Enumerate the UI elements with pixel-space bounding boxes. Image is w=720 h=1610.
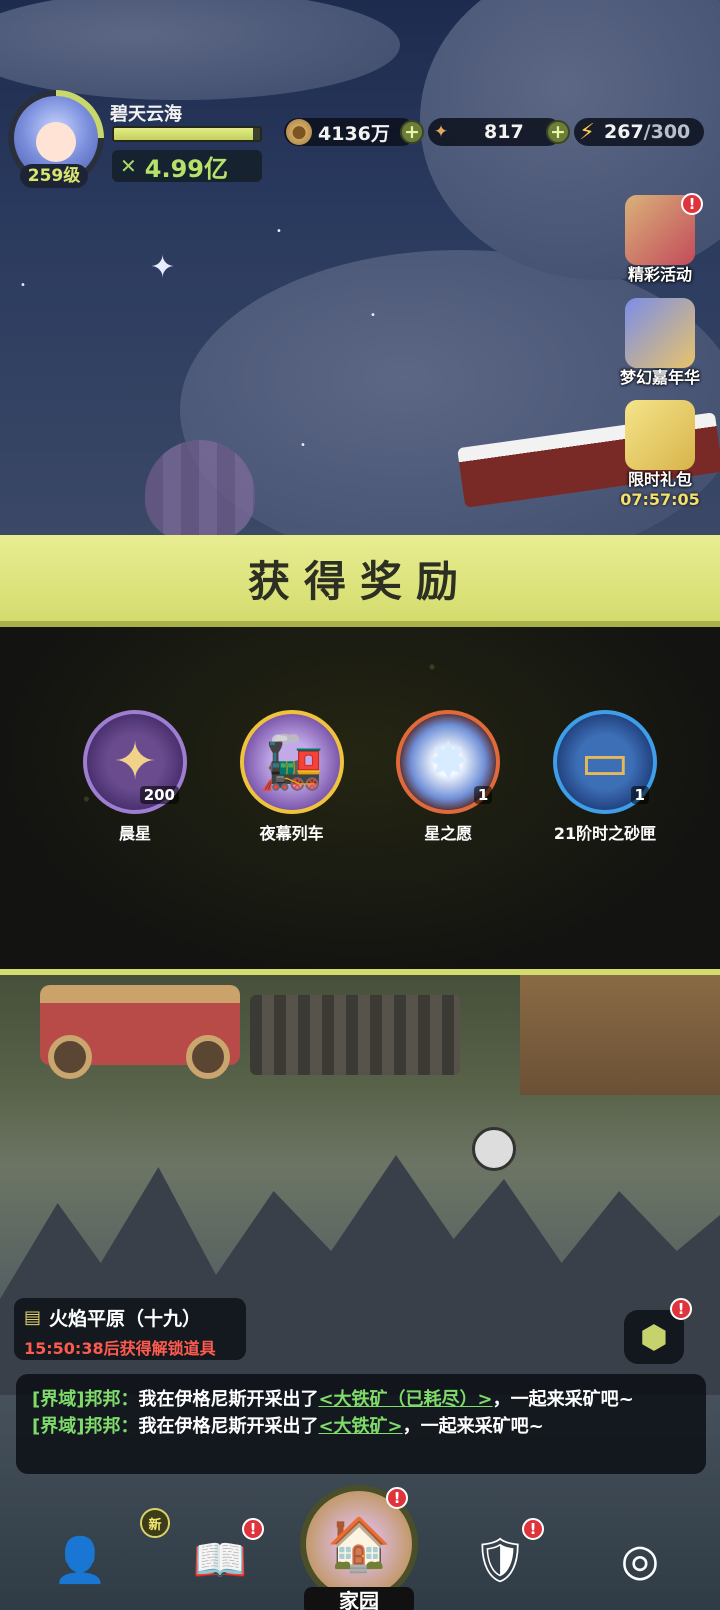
nav-guild-button[interactable]: 🛡 ! [460, 1518, 544, 1600]
stage-quest-panel[interactable]: ▤ 火焰平原（十九） 15:50:38后获得解锁道具 [14, 1298, 246, 1360]
bottom-nav: 👤 新 📖 ! 🏠 ! 家园 🛡 ! ◎ [0, 1485, 720, 1610]
player-name: 碧天云海 [110, 104, 182, 125]
chat-text: 我在伊格尼斯开采出了 [138, 1389, 319, 1410]
portal-icon: ◎ [620, 1534, 660, 1586]
event-carnival-button[interactable]: 梦幻嘉年华 [606, 298, 714, 388]
star-icon: • [20, 280, 26, 291]
energy-value: 267/300 [604, 121, 690, 143]
gold-value: 4136万 [318, 122, 390, 145]
event-timer: 07:57:05 [620, 490, 700, 509]
reward-count: 1 [630, 786, 649, 804]
combat-power-value: 4.99亿 [144, 154, 228, 183]
reward-name: 21阶时之砂匣 [553, 824, 657, 843]
chat-line: [界域]邦邦：我在伊格尼斯开采出了<大铁矿（已耗尽）>，一起来采矿吧~ [32, 1386, 690, 1413]
reward-title: 获得奖励 [247, 556, 472, 606]
energy-current: 267 [604, 121, 644, 143]
add-gold-button[interactable]: + [400, 120, 424, 144]
energy-max: /300 [643, 121, 691, 143]
reward-list: ✦ 200 晨星 🚂 夜幕列车 ✸ 1 星之愿 ▭ 1 21阶时之砂匣 [70, 710, 670, 844]
star-icon: • [370, 310, 376, 321]
gold-coin-icon: ● [286, 119, 312, 145]
star-resource: ✦ 817 + [428, 118, 570, 146]
clipboard-icon: ▤ [24, 1307, 42, 1328]
chat-line: [界域]邦邦：我在伊格尼斯开采出了<大铁矿>，一起来采矿吧~ [32, 1413, 690, 1440]
character-portrait-icon: 👤 [52, 1535, 108, 1586]
cart-wheel [186, 1035, 230, 1079]
cloud [0, 0, 400, 100]
morning-star-icon: ✦ 200 [83, 710, 187, 814]
nav-portal-button[interactable]: ◎ [600, 1520, 680, 1600]
exp-bar-fill [114, 128, 253, 140]
book-icon: 📖 [192, 1535, 248, 1586]
alert-badge: ! [522, 1518, 544, 1540]
add-star-button[interactable]: + [546, 120, 570, 144]
reward-item[interactable]: ✸ 1 星之愿 [383, 710, 513, 844]
quest-timer: 15:50:38后获得解锁道具 [24, 1339, 216, 1358]
lightning-icon: ⚡ [579, 119, 595, 145]
reward-name: 星之愿 [424, 824, 473, 843]
reward-name: 夜幕列车 [259, 824, 324, 843]
treasure-chest-icon: ! [625, 193, 703, 265]
event-highlights-button[interactable]: ! 精彩活动 [606, 193, 714, 285]
morning-star-icon: ✦ [433, 122, 449, 142]
quest-title: 火焰平原（十九） [49, 1308, 202, 1330]
alert-badge: ! [242, 1518, 264, 1540]
crossed-swords-icon: ✕ [120, 154, 137, 178]
gift-box-icon [625, 400, 695, 470]
chat-item-link[interactable]: <大铁矿（已耗尽）> [318, 1389, 492, 1410]
sparkle-icon: ✦ [150, 250, 176, 285]
reward-banner: 获得奖励 [0, 535, 720, 627]
star-wish-icon: ✸ 1 [396, 710, 501, 814]
garden-gate[interactable] [250, 995, 460, 1075]
alert-badge: ! [386, 1487, 408, 1509]
combat-power: ✕ 4.99亿 [112, 150, 262, 183]
shop-house[interactable] [520, 975, 720, 1095]
player-level: 259级 [20, 164, 88, 188]
shield-icon: 🛡 [472, 1535, 528, 1586]
chat-text: ，一起来采矿吧~ [492, 1389, 634, 1410]
gold-resource: ● 4136万 + [284, 118, 424, 146]
chat-text: 我在伊格尼斯开采出了 [138, 1416, 319, 1437]
reward-name: 晨星 [118, 824, 151, 843]
star-value: 817 [484, 121, 524, 143]
alert-badge: ! [681, 193, 703, 215]
house-icon: 🏠 [326, 1514, 392, 1575]
reward-divider [0, 969, 720, 975]
reward-count: 200 [139, 786, 179, 804]
sand-box-icon: ▭ 1 [552, 710, 657, 814]
star-icon: • [300, 440, 306, 451]
nav-book-button[interactable]: 📖 ! [180, 1518, 264, 1600]
nav-home-label: 家园 [304, 1587, 414, 1610]
chat-item-link[interactable]: <大铁矿> [318, 1416, 402, 1437]
nav-home-button[interactable]: 🏠 ! [300, 1485, 418, 1603]
cart-wheel [48, 1035, 92, 1079]
reward-item[interactable]: ▭ 1 21阶时之砂匣 [540, 710, 670, 844]
chat-sender: [界域]邦邦： [32, 1416, 139, 1437]
reward-item[interactable]: 🚂 夜幕列车 [227, 710, 357, 844]
chat-panel[interactable]: [界域]邦邦：我在伊格尼斯开采出了<大铁矿（已耗尽）>，一起来采矿吧~ [界域]… [16, 1374, 706, 1474]
night-train-icon: 🚂 [239, 710, 344, 814]
reward-item[interactable]: ✦ 200 晨星 [70, 710, 200, 844]
quest-title-row: ▤ 火焰平原（十九） [24, 1304, 236, 1331]
cube-box-button[interactable]: ⬢ ! [624, 1298, 692, 1364]
new-badge: 新 [140, 1508, 170, 1538]
carnival-ticket-icon [625, 298, 695, 368]
reward-popup[interactable]: 获得奖励 ✦ 200 晨星 🚂 夜幕列车 ✸ 1 星之愿 ▭ 1 21阶时之砂匣 [0, 535, 720, 975]
energy-resource[interactable]: ⚡ 267/300 [574, 118, 704, 146]
chat-text: ，一起来采矿吧~ [402, 1416, 544, 1437]
reward-count: 1 [473, 786, 493, 804]
alert-badge: ! [670, 1298, 692, 1320]
chat-sender: [界域]邦邦： [32, 1389, 139, 1410]
star-icon: • [276, 226, 282, 237]
event-limited-pack-button[interactable]: 限时礼包 07:57:05 [606, 400, 714, 509]
cube-icon: ⬢ [640, 1318, 668, 1356]
sheep-character[interactable] [472, 1127, 516, 1171]
nav-character-button[interactable]: 👤 新 [40, 1508, 170, 1600]
exp-bar [112, 126, 262, 142]
